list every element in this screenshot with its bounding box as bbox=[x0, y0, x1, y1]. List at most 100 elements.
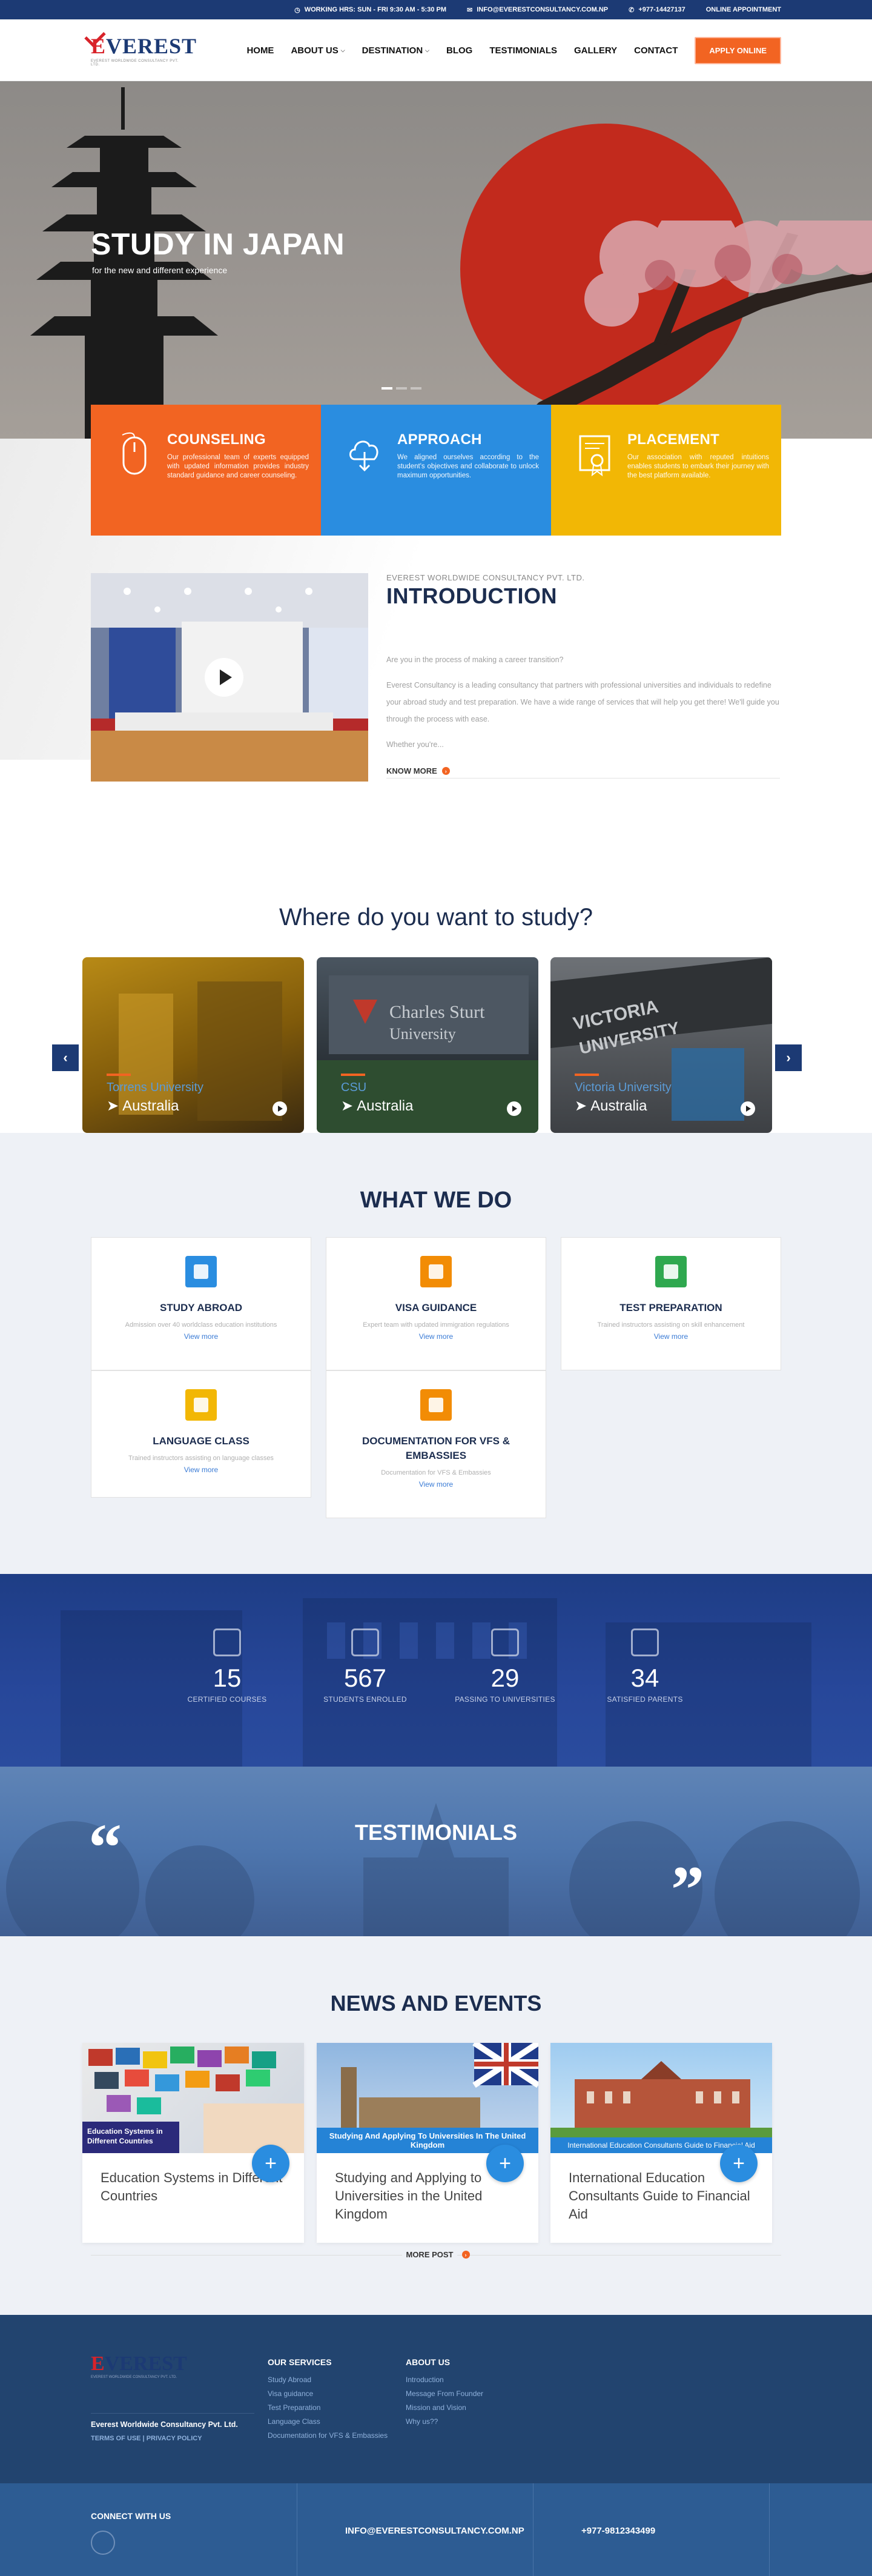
online-appointment-link[interactable]: ONLINE APPOINTMENT bbox=[706, 6, 781, 13]
view-more-link[interactable]: View more bbox=[184, 1466, 218, 1474]
footer-email-link[interactable]: INFO@EVERESTCONSULTANCY.COM.NP bbox=[345, 2526, 524, 2536]
nav-destination[interactable]: DESTINATION ⌵ bbox=[362, 45, 429, 56]
feature-boxes: COUNSELING Our professional team of exper… bbox=[91, 405, 781, 536]
news-card[interactable]: International Education Consultants Guid… bbox=[550, 2043, 772, 2243]
footer-link[interactable]: Study Abroad bbox=[268, 2373, 388, 2387]
footer-link[interactable]: Visa guidance bbox=[268, 2387, 388, 2401]
svg-text:University: University bbox=[389, 1025, 456, 1043]
cloud-download-icon bbox=[349, 440, 378, 472]
slider-dot[interactable] bbox=[396, 387, 407, 390]
campus-building-image bbox=[550, 2061, 772, 2153]
view-more-link[interactable]: View more bbox=[184, 1332, 218, 1341]
stat-courses: 15 CERTIFIED COURSES bbox=[160, 1628, 294, 1704]
phone-icon: ✆ bbox=[629, 6, 635, 14]
main-nav: HOME ABOUT US ⌵ DESTINATION ⌵ BLOG TESTIMO… bbox=[246, 36, 781, 64]
stat-universities: 29 PASSING TO UNIVERSITIES bbox=[438, 1628, 572, 1704]
testimonials-section: “ TESTIMONIALS ” bbox=[0, 1767, 872, 1936]
top-phone-link[interactable]: ✆ +977-14427137 bbox=[629, 6, 685, 14]
mouse-icon bbox=[122, 432, 147, 475]
intro-text: EVEREST WORLDWIDE CONSULTANCY PVT. LTD. … bbox=[386, 573, 780, 778]
language-search-icon bbox=[185, 1389, 217, 1421]
slider-dot[interactable] bbox=[382, 387, 392, 390]
footer-phone-link[interactable]: +977-9812343499 bbox=[581, 2526, 655, 2536]
apply-online-button[interactable]: APPLY ONLINE bbox=[695, 36, 781, 64]
footer-link[interactable]: Introduction bbox=[406, 2373, 483, 2387]
feature-counseling: COUNSELING Our professional team of exper… bbox=[91, 405, 321, 536]
play-button[interactable] bbox=[205, 658, 243, 697]
top-bar: ◷ WORKING HRS: SUN - FRI 9:30 AM - 5:30 P… bbox=[0, 0, 872, 19]
footer-logo[interactable]: EVEREST EVEREST WORLDWIDE CONSULTANCY PVT… bbox=[91, 2352, 187, 2379]
connect-title: CONNECT WITH US bbox=[91, 2511, 171, 2521]
footer-services: OUR SERVICES Study Abroad Visa guidance … bbox=[268, 2357, 388, 2443]
footer-link[interactable]: Test Preparation bbox=[268, 2401, 388, 2415]
location-arrow-icon: ➤ bbox=[107, 1098, 119, 1114]
add-button[interactable]: + bbox=[720, 2145, 758, 2182]
slider-dot[interactable] bbox=[411, 387, 421, 390]
service-card-documentation[interactable]: DOCUMENTATION FOR VFS & EMBASSIES Docume… bbox=[326, 1370, 546, 1518]
clock-icon: ◷ bbox=[294, 6, 300, 14]
footer-link[interactable]: Language Class bbox=[268, 2415, 388, 2429]
carousel-next-button[interactable]: › bbox=[775, 1044, 802, 1071]
feature-approach: APPROACH We aligned ourselves according t… bbox=[321, 405, 551, 536]
nav-contact[interactable]: CONTACT bbox=[634, 45, 678, 56]
book-icon bbox=[491, 1628, 519, 1656]
terms-privacy-link[interactable]: TERMS OF USE | PRIVACY POLICY bbox=[91, 2435, 202, 2442]
hero-subtitle: for the new and different experience bbox=[92, 265, 228, 275]
slider-dots bbox=[382, 387, 421, 390]
quote-close-icon: ” bbox=[671, 1853, 704, 1927]
university-card[interactable]: Torrens University ➤ Australia bbox=[82, 957, 304, 1133]
service-card-study-abroad[interactable]: STUDY ABROAD Admission over 40 worldclas… bbox=[91, 1237, 311, 1370]
carousel-prev-button[interactable]: ‹ bbox=[52, 1044, 79, 1071]
service-card-test-prep[interactable]: TEST PREPARATION Trained instructors ass… bbox=[561, 1237, 781, 1370]
stats-section: 15 CERTIFIED COURSES 567 STUDENTS ENROLLED… bbox=[0, 1574, 872, 1767]
nav-home[interactable]: HOME bbox=[246, 45, 274, 56]
add-button[interactable]: + bbox=[252, 2145, 289, 2182]
view-more-link[interactable]: View more bbox=[654, 1332, 688, 1341]
know-more-link[interactable]: KNOW MORE › bbox=[386, 766, 780, 775]
more-post-link[interactable]: MORE POST › bbox=[0, 2250, 872, 2259]
play-icon[interactable] bbox=[507, 1101, 521, 1116]
view-more-link[interactable]: View more bbox=[419, 1480, 453, 1489]
site-logo[interactable]: EVEREST EVEREST WORLDWIDE CONSULTANCY PV… bbox=[84, 25, 196, 67]
campus-background bbox=[61, 1598, 811, 1767]
graduate-icon bbox=[351, 1628, 379, 1656]
footer-link[interactable]: Mission and Vision bbox=[406, 2401, 483, 2415]
document-icon bbox=[420, 1389, 452, 1421]
arrow-right-icon: › bbox=[441, 767, 450, 775]
service-card-language[interactable]: LANGUAGE CLASS Trained instructors assis… bbox=[91, 1370, 311, 1498]
footer-link[interactable]: Documentation for VFS & Embassies bbox=[268, 2429, 388, 2443]
footer-link[interactable]: Why us?? bbox=[406, 2415, 483, 2429]
view-more-link[interactable]: View more bbox=[419, 1332, 453, 1341]
stat-students: 567 STUDENTS ENROLLED bbox=[299, 1628, 432, 1704]
nav-gallery[interactable]: GALLERY bbox=[574, 45, 617, 56]
university-card[interactable]: Charles Sturt University CSU ➤ Australia bbox=[317, 957, 538, 1133]
news-card[interactable]: Studying And Applying To Universities In… bbox=[317, 2043, 538, 2243]
hero-slider: STUDY IN JAPAN for the new and different… bbox=[0, 81, 872, 439]
news-title: NEWS AND EVENTS bbox=[330, 1991, 542, 2016]
where-title: Where do you want to study? bbox=[279, 904, 593, 931]
news-card[interactable]: Education Systems in Different Countries… bbox=[82, 2043, 304, 2243]
top-email-link[interactable]: ✉ INFO@EVERESTCONSULTANCY.COM.NP bbox=[467, 6, 608, 14]
certificate-icon bbox=[579, 435, 610, 477]
location-arrow-icon: ➤ bbox=[575, 1098, 587, 1114]
nav-testimonials[interactable]: TESTIMONIALS bbox=[489, 45, 557, 56]
nav-blog[interactable]: BLOG bbox=[446, 45, 472, 56]
add-button[interactable]: + bbox=[486, 2145, 524, 2182]
testimonials-title: TESTIMONIALS bbox=[355, 1820, 517, 1845]
play-icon[interactable] bbox=[741, 1101, 755, 1116]
university-card[interactable]: VICTORIA UNIVERSITY Victoria University ➤ A… bbox=[550, 957, 772, 1133]
pagoda-silhouette bbox=[30, 87, 218, 439]
nav-about[interactable]: ABOUT US ⌵ bbox=[291, 45, 345, 56]
site-header: EVEREST EVEREST WORLDWIDE CONSULTANCY PV… bbox=[0, 19, 872, 81]
footer-link[interactable]: Message From Founder bbox=[406, 2387, 483, 2401]
arrow-right-icon: › bbox=[461, 2251, 470, 2259]
stat-parents: 34 SATISFIED PARENTS bbox=[578, 1628, 712, 1704]
what-we-do-section: WHAT WE DO STUDY ABROAD Admission over 4… bbox=[0, 1133, 872, 1574]
company-name: Everest Worldwide Consultancy Pvt. Ltd. bbox=[91, 2420, 238, 2429]
footer-about: ABOUT US Introduction Message From Found… bbox=[406, 2357, 483, 2429]
service-card-visa[interactable]: VISA GUIDANCE Expert team with updated i… bbox=[326, 1237, 546, 1370]
campus-trees-background bbox=[6, 1803, 860, 1936]
intro-video[interactable] bbox=[91, 573, 368, 782]
social-icon[interactable] bbox=[91, 2531, 115, 2555]
play-icon[interactable] bbox=[272, 1101, 287, 1116]
